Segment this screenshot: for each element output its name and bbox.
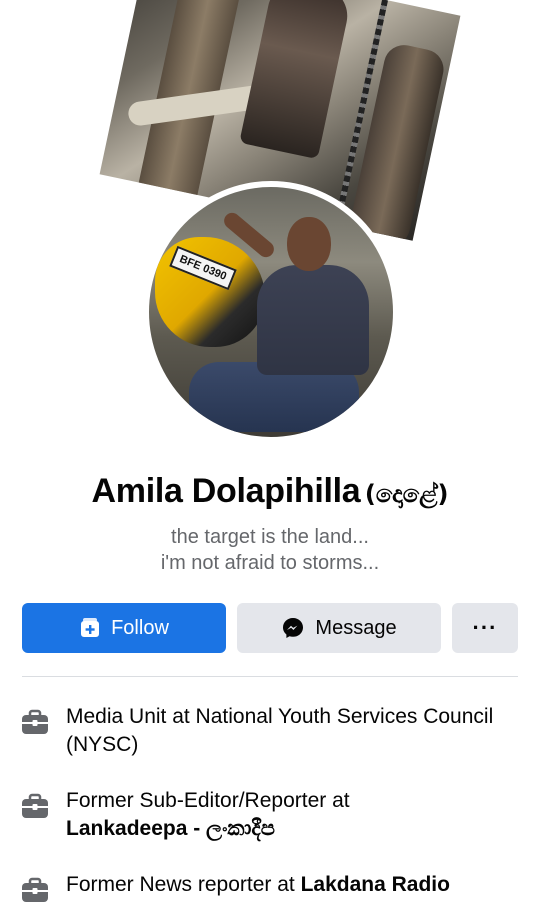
avatar-motorbike [155, 237, 265, 347]
message-label: Message [315, 616, 397, 639]
briefcase-icon [22, 709, 48, 734]
more-options-button[interactable]: ··· [452, 603, 518, 653]
follow-label: Follow [111, 616, 169, 639]
info-work-3-org-link[interactable]: Lakdana Radio [301, 873, 450, 896]
profile-bio: the target is the land... i'm not afraid… [0, 524, 540, 576]
profile-nickname: (දොළේ) [364, 480, 449, 508]
messenger-icon [283, 618, 304, 638]
more-icon: ··· [472, 615, 498, 640]
profile-name-line: Amila Dolapihilla (දොළේ) [0, 472, 540, 511]
briefcase-icon [22, 877, 48, 902]
section-divider [22, 676, 518, 677]
info-work-2-org-link[interactable]: Lankadeepa - ලංකාදීප [66, 817, 275, 840]
info-work-2-text: Former Sub-Editor/Reporter at [66, 789, 350, 812]
profile-picture[interactable]: BFE 0390 [143, 181, 399, 443]
cover-person [239, 0, 353, 160]
profile-name: Amila Dolapihilla [91, 472, 361, 510]
info-text-work-2: Former Sub-Editor/Reporter at Lankadeepa… [66, 787, 350, 843]
follow-plus-icon [81, 618, 100, 637]
info-text-work-3: Former News reporter at Lakdana Radio [66, 871, 450, 899]
cover-elephant-leg [346, 41, 448, 241]
briefcase-icon [22, 793, 48, 818]
info-text-work-1: Media Unit at National Youth Services Co… [66, 703, 520, 759]
bio-line-1: the target is the land... [171, 526, 369, 548]
info-row-work-2: Former Sub-Editor/Reporter at Lankadeepa… [20, 787, 520, 843]
avatar-head [287, 217, 331, 271]
info-row-work-1: Media Unit at National Youth Services Co… [20, 703, 520, 759]
avatar-body [257, 265, 369, 375]
message-button[interactable]: Message [237, 603, 441, 653]
info-row-work-3: Former News reporter at Lakdana Radio [20, 871, 520, 905]
info-work-3-text: Former News reporter at [66, 873, 301, 896]
bio-line-2: i'm not afraid to storms... [160, 552, 380, 574]
info-work-1-text: Media Unit at National Youth Services Co… [66, 705, 494, 756]
follow-button[interactable]: Follow [22, 603, 226, 653]
